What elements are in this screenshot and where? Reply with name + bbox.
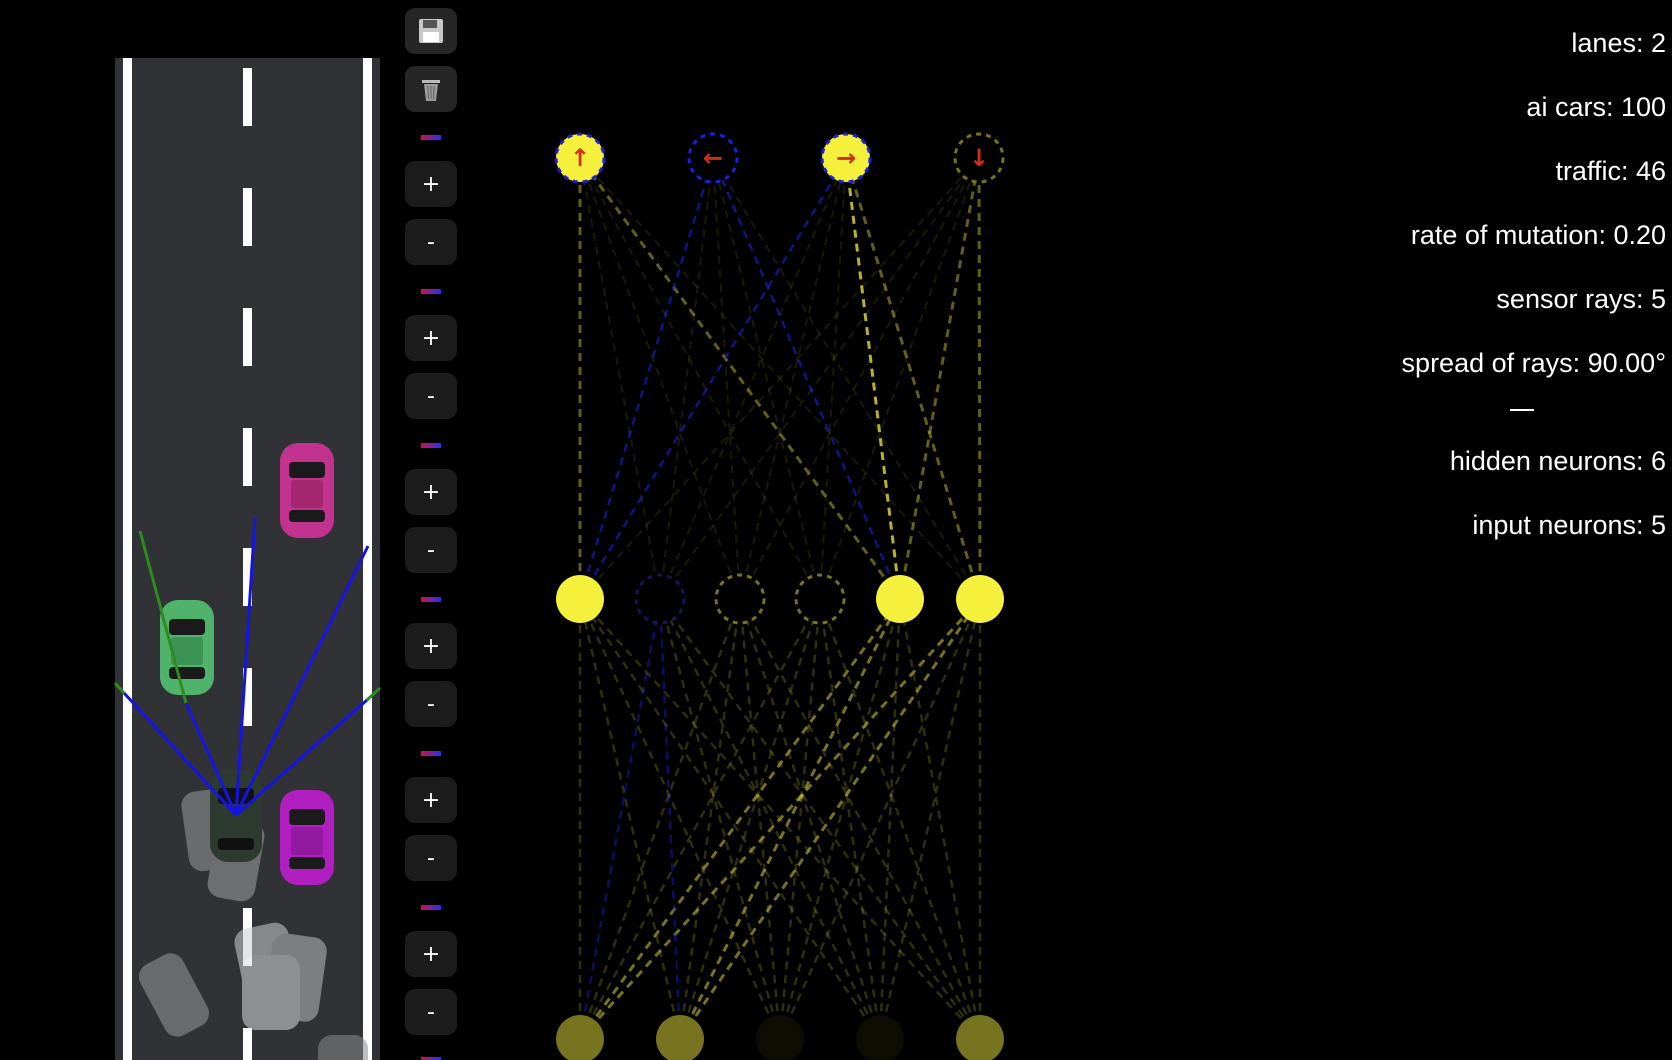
output-arrow-icon: ← [703, 144, 723, 172]
output-neuron: ↓ [953, 132, 1005, 184]
lanes-decrease-button[interactable]: - [405, 219, 457, 265]
lane-dash [243, 188, 252, 246]
hidden-neuron [634, 573, 686, 625]
lane-dash [243, 68, 252, 126]
separator-bar [421, 751, 441, 756]
traffic-decrease-button[interactable]: - [405, 527, 457, 573]
sensor-rays-increase-button[interactable]: + [405, 777, 457, 823]
weight-link [738, 598, 982, 1040]
traffic-car-magenta [280, 443, 334, 538]
lanes-stat: lanes: 2 [1571, 28, 1666, 58]
mutation-rate-increase-button[interactable]: + [405, 623, 457, 669]
weight-link [878, 598, 982, 1040]
input-neuron [956, 1015, 1004, 1060]
ai-cars-increase-button[interactable]: + [405, 315, 457, 361]
output-neuron: → [820, 132, 872, 184]
weight-link [739, 157, 847, 600]
separator-bar [421, 289, 441, 294]
weight-link [579, 157, 741, 600]
road-canvas [113, 58, 382, 1060]
weight-link [739, 157, 980, 600]
lane-dash [243, 308, 252, 366]
weight-link [678, 598, 742, 1040]
separator-bar [421, 905, 441, 910]
separator-bar [421, 597, 441, 602]
hidden-neuron [714, 573, 766, 625]
output-arrow-icon: ↑ [570, 144, 590, 172]
hidden-neuron [794, 573, 846, 625]
ghost-car [242, 955, 300, 1030]
weight-link [712, 157, 821, 600]
hidden-neurons-stat: hidden neurons: 6 [1449, 446, 1666, 476]
traffic-car-green [160, 600, 214, 695]
weight-link [658, 598, 982, 1040]
weight-link [678, 598, 902, 1040]
weight-link [578, 157, 715, 600]
weight-link [898, 598, 982, 1040]
weight-link [659, 157, 714, 600]
weight-link [818, 598, 982, 1040]
control-panel: + - + - + - + - + - + - [405, 0, 457, 1060]
weight-link [818, 598, 882, 1040]
spread-increase-button[interactable]: + [405, 931, 457, 977]
weight-link [678, 598, 982, 1040]
ai-cars-decrease-button[interactable]: - [405, 373, 457, 419]
lane-dash [243, 428, 252, 486]
weight-link [578, 598, 742, 1040]
separator-bar [421, 443, 441, 448]
input-neuron [556, 1015, 604, 1060]
output-arrow-icon: ↓ [969, 144, 989, 172]
weight-link [578, 598, 822, 1040]
hidden-neuron [956, 575, 1004, 623]
section-divider [1510, 409, 1534, 411]
hidden-neuron [876, 575, 924, 623]
lane-dash [243, 1028, 252, 1060]
weight-link [819, 157, 980, 600]
weight-link [578, 598, 902, 1040]
save-button[interactable] [405, 8, 457, 54]
self-driving-car-simulator: + - + - + - + - + - + - ↑ ← → ↓ lanes: 2 ai cars: 100 … [0, 0, 1672, 1060]
delete-button[interactable] [405, 66, 457, 112]
traffic-car-purple [280, 790, 334, 885]
road-border-left [123, 58, 132, 1060]
ai-cars-stat: ai cars: 100 [1526, 92, 1666, 122]
floppy-disk-icon [419, 19, 443, 43]
spread-of-rays-stat: spread of rays: 90.00° [1401, 348, 1666, 378]
weight-link [578, 598, 662, 1040]
weight-link [658, 598, 882, 1040]
output-neuron: ↑ [554, 132, 606, 184]
neural-network-visualizer: ↑ ← → ↓ [554, 132, 1005, 1060]
weight-link [578, 598, 682, 1040]
weight-link [578, 598, 882, 1040]
ghost-car [318, 1035, 368, 1060]
trash-icon [422, 80, 440, 101]
mutation-rate-decrease-button[interactable]: - [405, 681, 457, 727]
weight-link [659, 157, 980, 600]
weight-link [977, 157, 982, 600]
input-neuron [856, 1015, 904, 1060]
weight-link [844, 157, 982, 600]
traffic-stat: traffic: 46 [1555, 156, 1666, 186]
output-neuron: ← [687, 132, 739, 184]
sensor-rays-decrease-button[interactable]: - [405, 835, 457, 881]
lanes-increase-button[interactable]: + [405, 161, 457, 207]
mutation-rate-stat: rate of mutation: 0.20 [1410, 220, 1666, 250]
input-neurons-stat: input neurons: 5 [1472, 510, 1666, 540]
separator-bar [421, 135, 441, 140]
input-neuron [656, 1015, 704, 1060]
best-ai-car [210, 770, 262, 862]
output-arrow-icon: → [836, 144, 856, 172]
hidden-neuron [556, 575, 604, 623]
weight-link [579, 157, 821, 600]
sensor-rays-stat: sensor rays: 5 [1496, 284, 1666, 314]
road-border-right [363, 58, 372, 1060]
spread-decrease-button[interactable]: - [405, 989, 457, 1035]
input-neuron [756, 1015, 804, 1060]
traffic-increase-button[interactable]: + [405, 469, 457, 515]
weight-link [658, 598, 682, 1040]
weight-link [878, 598, 902, 1040]
weight-link [819, 157, 847, 600]
